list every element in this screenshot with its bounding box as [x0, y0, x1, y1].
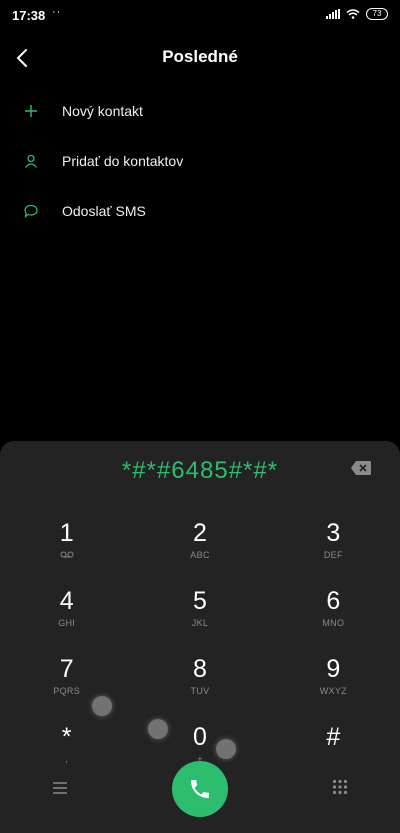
backspace-icon — [351, 461, 371, 475]
key-letters: PQRS — [53, 686, 81, 696]
key-5[interactable]: 5 JKL — [133, 587, 266, 639]
key-3[interactable]: 3 DEF — [267, 519, 400, 571]
dialer-actions — [0, 759, 400, 819]
key-digit: 0 — [193, 723, 207, 751]
add-to-contacts-item[interactable]: Pridať do kontaktov — [0, 136, 400, 186]
key-letters: ABC — [190, 550, 210, 560]
dialed-number: *#*#6485#*#* — [121, 457, 279, 484]
menu-item-label: Odoslať SMS — [62, 203, 146, 219]
key-6[interactable]: 6 MNO — [267, 587, 400, 639]
key-letters: TUV — [190, 686, 210, 696]
backspace-button[interactable] — [350, 460, 372, 476]
call-button[interactable] — [172, 761, 228, 817]
status-time: 17:38 — [12, 8, 46, 23]
touch-indicator — [148, 719, 168, 739]
key-8[interactable]: 8 TUV — [133, 655, 266, 707]
header: Posledné — [0, 38, 400, 78]
key-digit: 1 — [59, 519, 74, 547]
key-letters: GHI — [58, 618, 76, 628]
key-digit: 7 — [59, 655, 74, 683]
signal-icon — [326, 9, 340, 19]
status-icons: 73 — [326, 8, 388, 20]
key-digit: # — [326, 723, 341, 751]
menu-icon[interactable] — [52, 781, 68, 795]
key-letters: DEF — [323, 550, 343, 560]
key-2[interactable]: 2 ABC — [133, 519, 266, 571]
wifi-icon — [346, 9, 360, 19]
key-digit: 2 — [193, 519, 207, 547]
touch-indicator — [92, 696, 112, 716]
key-digit: * — [61, 723, 72, 751]
battery-icon: 73 — [366, 8, 388, 20]
key-letters: MNO — [322, 618, 345, 628]
key-7[interactable]: 7 PQRS — [0, 655, 133, 707]
key-digit: 9 — [326, 655, 341, 683]
key-9[interactable]: 9 WXYZ — [267, 655, 400, 707]
dialer-panel: *#*#6485#*#* 1 2 ABC 3 DEF 4 GHI 5 JKL 6… — [0, 441, 400, 833]
voicemail-icon — [60, 551, 74, 558]
key-digit: 4 — [59, 587, 74, 615]
key-letters: JKL — [191, 618, 209, 628]
message-icon — [22, 202, 40, 220]
keypad-icon[interactable] — [332, 779, 348, 795]
touch-indicator — [216, 739, 236, 759]
menu-item-label: Nový kontakt — [62, 103, 143, 119]
page-title: Posledné — [162, 47, 238, 66]
key-digit: 3 — [326, 519, 341, 547]
notification-dots: ·· — [52, 6, 62, 18]
plus-icon — [22, 102, 40, 120]
keypad: 1 2 ABC 3 DEF 4 GHI 5 JKL 6 MNO 7 PQRS 8… — [0, 519, 400, 775]
key-digit: 8 — [193, 655, 207, 683]
key-4[interactable]: 4 GHI — [0, 587, 133, 639]
send-sms-item[interactable]: Odoslať SMS — [0, 186, 400, 236]
key-digit: 6 — [326, 587, 341, 615]
key-letters: WXYZ — [319, 686, 347, 696]
key-digit: 5 — [193, 587, 207, 615]
phone-icon — [191, 780, 209, 798]
actions-menu: Nový kontakt Pridať do kontaktov Odoslať… — [0, 86, 400, 236]
menu-item-label: Pridať do kontaktov — [62, 153, 184, 169]
person-icon — [22, 152, 40, 170]
status-bar: 17:38 ·· 73 — [0, 0, 400, 30]
new-contact-item[interactable]: Nový kontakt — [0, 86, 400, 136]
key-1[interactable]: 1 — [0, 519, 133, 571]
